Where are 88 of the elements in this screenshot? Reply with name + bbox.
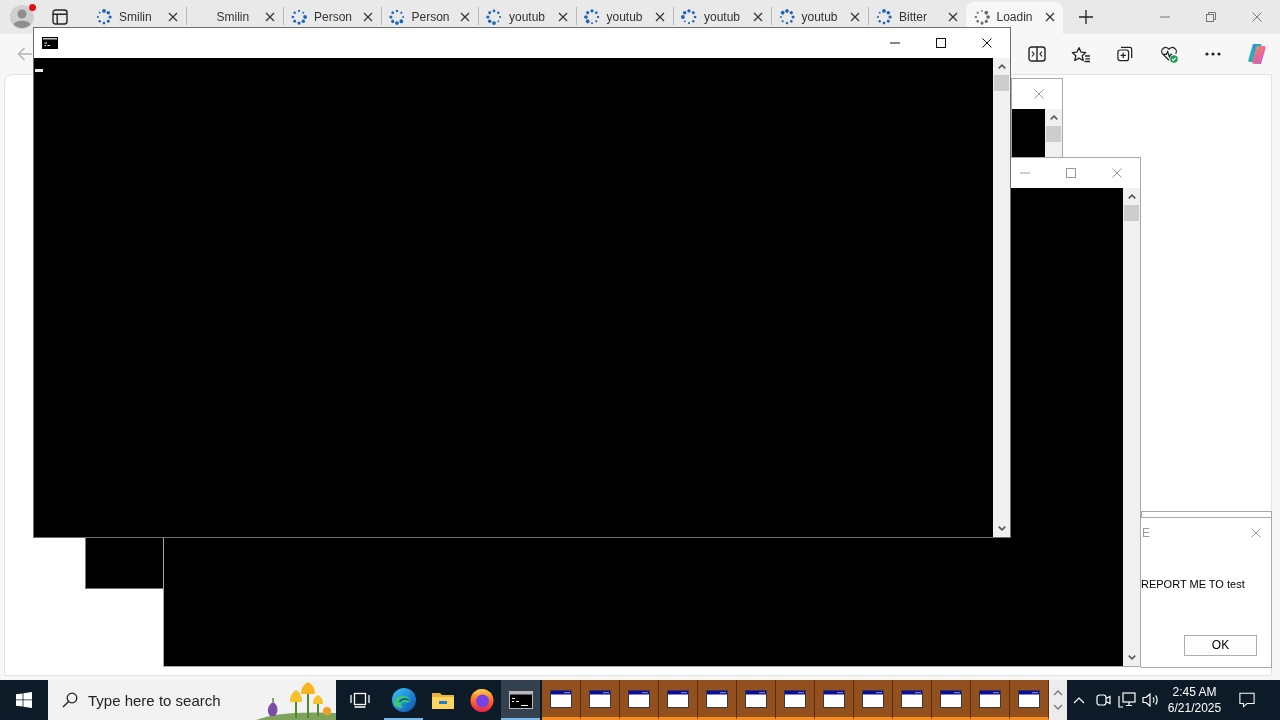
close-tab-icon[interactable]: [167, 12, 178, 22]
taskbar-window-button[interactable]: [620, 680, 659, 720]
window-icon: [901, 689, 923, 708]
taskbar-window-button[interactable]: [893, 680, 932, 720]
browser-tab[interactable]: youtub: [673, 2, 771, 27]
favorites-star-icon[interactable]: [1071, 45, 1091, 63]
close-tab-icon[interactable]: [850, 12, 860, 22]
close-tab-icon[interactable]: [265, 12, 275, 22]
window-icon: [979, 689, 1001, 708]
window-icon: [823, 689, 845, 708]
message-box-title: E: [1142, 526, 1150, 540]
clock-date[interactable]: 6/21/2025: [1167, 700, 1222, 716]
taskbar-window-button[interactable]: [932, 680, 971, 720]
chevron-up-icon: [997, 64, 1006, 69]
collections-icon[interactable]: [1116, 46, 1134, 62]
close-tab-icon[interactable]: [1045, 12, 1055, 22]
window-icon: [589, 689, 611, 708]
taskbar-window-button[interactable]: [815, 680, 854, 720]
grid-logo-icon[interactable]: [16, 692, 32, 708]
scrollbar-thumb[interactable]: [1046, 126, 1061, 142]
split-screen-icon[interactable]: [1028, 46, 1046, 62]
chevron-up-icon: [1049, 115, 1058, 120]
window-icon: [784, 689, 806, 708]
taskbar-window-button[interactable]: [542, 680, 581, 720]
taskbar-window-button[interactable]: [581, 680, 620, 720]
restore-icon[interactable]: [1206, 12, 1216, 22]
clock-time[interactable]: 2:45 AM: [1172, 684, 1217, 700]
search-input[interactable]: Type here to search: [88, 690, 256, 710]
window-icon: [628, 689, 650, 708]
volume-icon[interactable]: [1142, 692, 1160, 708]
browser-tab[interactable]: youtub: [770, 2, 868, 27]
close-tab-icon[interactable]: [460, 12, 470, 22]
tab-actions-icon[interactable]: [52, 9, 68, 25]
window-icon: [1018, 689, 1040, 708]
task-view-icon: [350, 692, 370, 708]
taskbar-window-button[interactable]: [971, 680, 1010, 720]
terminal-icon: [508, 691, 533, 709]
taskbar-app-button[interactable]: [501, 680, 540, 720]
ok-button[interactable]: OK: [1184, 634, 1257, 656]
window-icon: [745, 689, 767, 708]
terminal-icon: [42, 37, 58, 49]
scrollbar-thumb[interactable]: [994, 75, 1009, 91]
more-options-icon[interactable]: [1205, 52, 1221, 56]
window-icon: [706, 689, 728, 708]
message-text: REPORT ME TO test: [1141, 578, 1245, 590]
search-icon: [62, 692, 78, 708]
swirl-browser-icon: [391, 688, 416, 712]
window-icon: [550, 689, 572, 708]
close-tab-icon[interactable]: [557, 12, 568, 22]
chevron-down-icon[interactable]: [1053, 704, 1063, 710]
taskbar-window-button[interactable]: [698, 680, 737, 720]
network-icon[interactable]: [1118, 692, 1136, 708]
taskbar-window-button[interactable]: [776, 680, 815, 720]
camera-icon[interactable]: [1095, 692, 1111, 708]
profile-avatar-icon[interactable]: [10, 5, 34, 29]
browser-globe-icon: [469, 688, 494, 712]
browser-tab[interactable]: Smilin: [185, 2, 283, 27]
maximize-icon[interactable]: [936, 38, 946, 48]
browser-tab[interactable]: Smilin: [88, 2, 186, 27]
window-icon: [862, 689, 884, 708]
close-tab-icon[interactable]: [752, 12, 763, 22]
folder-icon: [430, 690, 455, 710]
close-tab-icon[interactable]: [947, 12, 958, 22]
browser-tab[interactable]: Bitter: [868, 2, 966, 27]
scrollbar-thumb[interactable]: [1124, 205, 1139, 221]
close-icon[interactable]: [982, 38, 992, 48]
heart-pulse-icon[interactable]: [1159, 45, 1179, 63]
browser-tab[interactable]: Person: [380, 2, 478, 27]
gradient-logo-icon[interactable]: [1246, 43, 1268, 65]
browser-tab[interactable]: Person: [283, 2, 381, 27]
console-output-area: [1012, 109, 1045, 157]
taskbar-window-button[interactable]: [854, 680, 893, 720]
taskbar-window-button[interactable]: [659, 680, 698, 720]
close-tab-icon[interactable]: [655, 12, 665, 22]
new-tab-plus-icon[interactable]: [1079, 10, 1093, 24]
chevron-up-icon: [1127, 194, 1136, 199]
window-icon: [940, 689, 962, 708]
browser-tab[interactable]: youtub: [478, 2, 576, 27]
taskbar-search-box[interactable]: Type here to search: [48, 680, 336, 720]
taskbar-window-button[interactable]: [737, 680, 776, 720]
window-icon: [667, 689, 689, 708]
chevron-down-icon: [997, 526, 1006, 531]
taskbar-window-button[interactable]: [1010, 680, 1049, 720]
notifications-icon[interactable]: [1238, 692, 1256, 708]
chevron-down-icon: [1127, 655, 1136, 660]
text-cursor: [35, 69, 43, 72]
browser-tab[interactable]: youtub: [575, 2, 673, 27]
close-tab-icon[interactable]: [362, 12, 373, 22]
